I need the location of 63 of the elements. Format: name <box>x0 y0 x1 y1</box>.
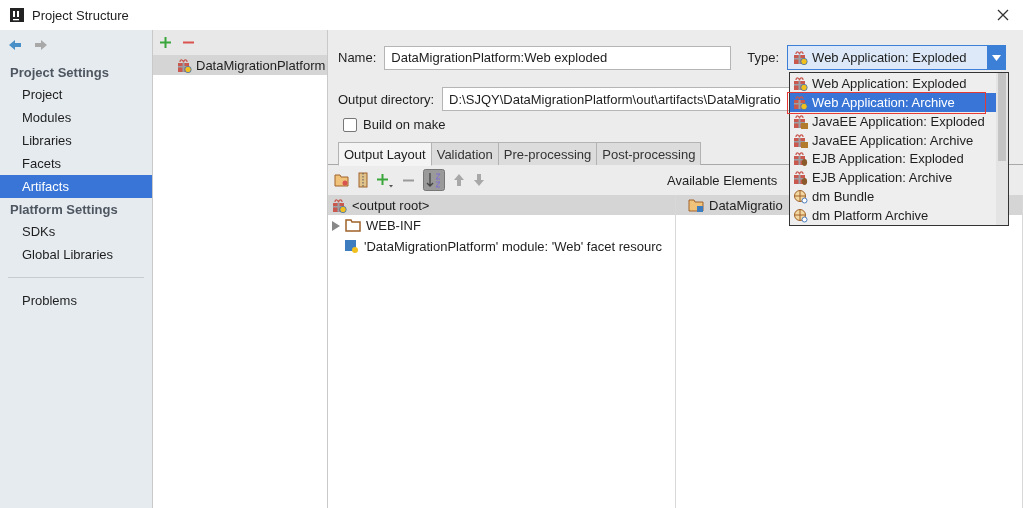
sidebar-item[interactable]: Facets <box>0 152 152 175</box>
sidebar-item[interactable]: Global Libraries <box>0 243 152 266</box>
archive-icon[interactable] <box>358 172 368 188</box>
globe-icon <box>793 208 808 224</box>
artifact-icon <box>793 50 809 65</box>
artifact-icon <box>793 132 808 148</box>
new-folder-icon[interactable] <box>334 173 350 187</box>
dropdown-option[interactable]: EJB Application: Archive <box>790 168 996 188</box>
add-with-caret-icon[interactable] <box>376 172 394 188</box>
available-elements-label: Available Elements <box>667 172 778 188</box>
dropdown-option[interactable]: dm Platform Archive <box>790 206 996 225</box>
tree-item[interactable]: WEB-INF <box>328 215 675 236</box>
move-down-icon[interactable] <box>473 173 485 187</box>
artifact-icon <box>793 94 808 110</box>
sidebar-item[interactable]: Libraries <box>0 129 152 152</box>
output-directory-label: Output directory: <box>338 91 435 107</box>
sidebar-item[interactable]: Problems <box>0 289 152 312</box>
globe-icon <box>793 189 808 205</box>
tree-item[interactable]: 'DataMigrationPlatform' module: 'Web' facet resourc <box>328 236 675 257</box>
tab[interactable]: Post-processing <box>596 142 702 165</box>
build-on-make-label: Build on make <box>363 117 446 132</box>
name-label: Name: <box>338 50 377 65</box>
sidebar-item[interactable]: SDKs <box>0 220 152 243</box>
section-header: Project Settings <box>9 63 110 82</box>
artifact-icon <box>793 113 808 129</box>
tab[interactable]: Pre-processing <box>497 142 598 165</box>
forward-arrow-icon[interactable] <box>34 39 48 51</box>
tab[interactable]: Validation <box>430 142 499 165</box>
move-up-icon[interactable] <box>453 173 465 187</box>
artifact-icon <box>793 170 808 186</box>
sort-icon[interactable] <box>423 169 445 191</box>
add-icon[interactable] <box>159 36 172 49</box>
tab[interactable]: Output Layout <box>338 142 432 166</box>
dropdown-option[interactable]: Web Application: Archive <box>790 92 996 112</box>
section-header: Platform Settings <box>9 200 119 219</box>
artifact-item[interactable]: DataMigrationPlatform <box>153 55 327 75</box>
dropdown-option[interactable]: JavaEE Application: Archive <box>790 130 996 150</box>
type-label: Type: <box>747 50 780 65</box>
artifact-icon <box>177 57 192 73</box>
expand-arrow-icon[interactable] <box>332 220 340 231</box>
module-icon <box>345 239 359 254</box>
dropdown-arrow-icon <box>991 54 1001 61</box>
window-title: Project Structure <box>32 7 130 23</box>
sidebar-item[interactable]: Modules <box>0 106 152 129</box>
name-field[interactable]: DataMigrationPlatform:Web exploded <box>384 45 732 70</box>
dropdown-option[interactable]: EJB Application: Exploded <box>790 149 996 169</box>
close-icon[interactable] <box>997 9 1009 21</box>
artifact-icon <box>332 197 347 213</box>
dropdown-option[interactable]: dm Bundle <box>790 187 996 207</box>
scrollbar[interactable] <box>996 73 1008 225</box>
output-root-row[interactable]: <output root> <box>328 195 675 215</box>
type-dropdown[interactable]: Web Application: Exploded <box>787 45 1007 70</box>
artifact-icon <box>793 151 808 167</box>
folder-icon <box>345 219 361 232</box>
output-root-label: <output root> <box>352 197 430 213</box>
build-on-make-checkbox[interactable] <box>343 117 357 132</box>
folder-icon <box>688 198 704 212</box>
artifact-icon <box>793 75 808 91</box>
back-arrow-icon[interactable] <box>8 39 22 51</box>
sidebar-item[interactable]: Project <box>0 83 152 106</box>
sidebar-item[interactable]: Artifacts <box>0 175 152 198</box>
dropdown-option[interactable]: JavaEE Application: Exploded <box>790 111 996 131</box>
app-logo-icon <box>10 8 24 22</box>
